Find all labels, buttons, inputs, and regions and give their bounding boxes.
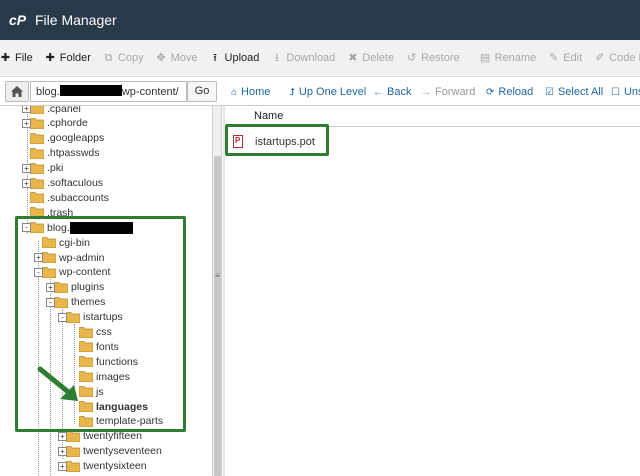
tree-folder-googleapps[interactable]: .googleapps (30, 131, 104, 146)
copy-icon: ⧉ (104, 51, 113, 64)
upload-button[interactable]: ⭱ Upload (210, 51, 259, 64)
new-folder-button[interactable]: ✚ Folder (45, 52, 91, 64)
restore-button[interactable]: ↺ Restore (406, 52, 460, 64)
tree-folder-cphorde[interactable]: .cphorde (30, 116, 88, 131)
expand-icon[interactable]: + (22, 118, 31, 128)
folder-icon (30, 147, 44, 159)
folder-icon (30, 118, 44, 129)
checkbox-icon: ☐ (611, 86, 620, 98)
expand-icon[interactable]: + (58, 446, 67, 456)
arrow-icon (37, 366, 78, 401)
tree-home-button[interactable] (5, 81, 29, 102)
select-all-link[interactable]: ☑ Select All (545, 86, 603, 98)
plus-icon: ✚ (45, 51, 55, 64)
folder-icon (30, 132, 44, 144)
checkbox-checked-icon: ☑ (545, 86, 554, 98)
expand-icon[interactable]: + (22, 106, 31, 113)
download-icon: ⭳ (274, 51, 279, 64)
code-edit-button[interactable]: ✐Code Edit (594, 52, 640, 64)
tree-folder-softaculous[interactable]: .softaculous (30, 176, 103, 191)
folder-icon (66, 460, 80, 472)
expand-icon[interactable]: + (22, 178, 31, 188)
reload-link[interactable]: ⟳ Reload (486, 86, 533, 98)
download-button[interactable]: ⭳ Download (271, 52, 335, 64)
rename-button[interactable]: ▤ Rename (479, 51, 536, 64)
page-title: File Manager (35, 12, 117, 28)
tree-folder-cpanel[interactable]: .cpanel (30, 106, 81, 116)
code-edit-icon: ✐ (595, 51, 605, 64)
restore-icon: ↺ (406, 51, 417, 64)
up-arrow-icon: ⮥ (289, 86, 295, 98)
home-icon: ⌂ (231, 86, 238, 98)
expand-icon[interactable]: + (58, 431, 67, 441)
tree-folder-subaccounts[interactable]: .subaccounts (30, 190, 109, 205)
tree-scrollbar[interactable] (213, 106, 222, 476)
app-header: cP File Manager (0, 0, 640, 40)
home-icon (11, 86, 23, 97)
home-link[interactable]: ⌂ Home (231, 86, 270, 98)
folder-icon (66, 445, 80, 457)
upload-icon: ⭱ (213, 51, 217, 64)
move-icon: ✥ (156, 51, 166, 64)
left-arrow-icon: ← (373, 86, 383, 98)
rename-icon: ▤ (479, 51, 491, 64)
expand-icon[interactable]: + (58, 461, 67, 471)
back-link[interactable]: ← Back (373, 86, 411, 98)
folder-icon (30, 192, 44, 204)
reload-icon: ⟳ (486, 86, 495, 98)
navigation-bar: blog. wp-content/ Go ⌂ Home ⮥ Up One Level … (0, 77, 640, 106)
edit-icon: ✎ (549, 51, 559, 64)
redacted-domain (59, 85, 122, 96)
tree-folder-pki[interactable]: .pki (30, 161, 63, 176)
move-button[interactable]: ✥ Move (156, 52, 198, 64)
folder-icon (66, 430, 80, 442)
folder-icon (30, 106, 44, 114)
tree-folder-htpasswds[interactable]: .htpasswds (30, 146, 100, 161)
toolbar: ✚ File ✚ Folder ⧉ Copy ✥ Move ⭱ Upload ⭳ Downl… (0, 40, 640, 77)
right-arrow-icon: → (421, 86, 431, 98)
new-file-button[interactable]: ✚ File (0, 52, 33, 64)
file-list-pane: Name istartups.pot (225, 106, 640, 476)
svg-text:cP: cP (9, 12, 27, 28)
copy-button[interactable]: ⧉ Copy (103, 51, 143, 64)
cpanel-logo[interactable]: cP (9, 11, 31, 29)
path-input[interactable]: blog. wp-content/ (30, 81, 187, 102)
edit-button[interactable]: ✎ Edit (548, 52, 582, 64)
plus-icon: ✚ (0, 51, 11, 64)
tree-folder-twentysixteen[interactable]: twentysixteen (66, 459, 147, 474)
expand-icon[interactable]: + (22, 163, 31, 173)
folder-icon (30, 177, 44, 189)
delete-button[interactable]: ✖ Delete (347, 52, 394, 64)
go-button[interactable]: Go (187, 81, 217, 102)
scrollbar-thumb[interactable] (214, 156, 221, 476)
up-one-level-link[interactable]: ⮥ Up One Level (289, 86, 366, 98)
folder-icon (30, 162, 44, 174)
tree-folder-twentyseventeen[interactable]: twentyseventeen (66, 444, 162, 459)
forward-link[interactable]: → Forward (421, 86, 475, 98)
unselect-all-link[interactable]: ☐Unse (611, 86, 640, 98)
splitter-grip[interactable]: ≡ (213, 271, 222, 281)
highlight-box-file (225, 124, 329, 156)
delete-icon: ✖ (348, 51, 358, 64)
